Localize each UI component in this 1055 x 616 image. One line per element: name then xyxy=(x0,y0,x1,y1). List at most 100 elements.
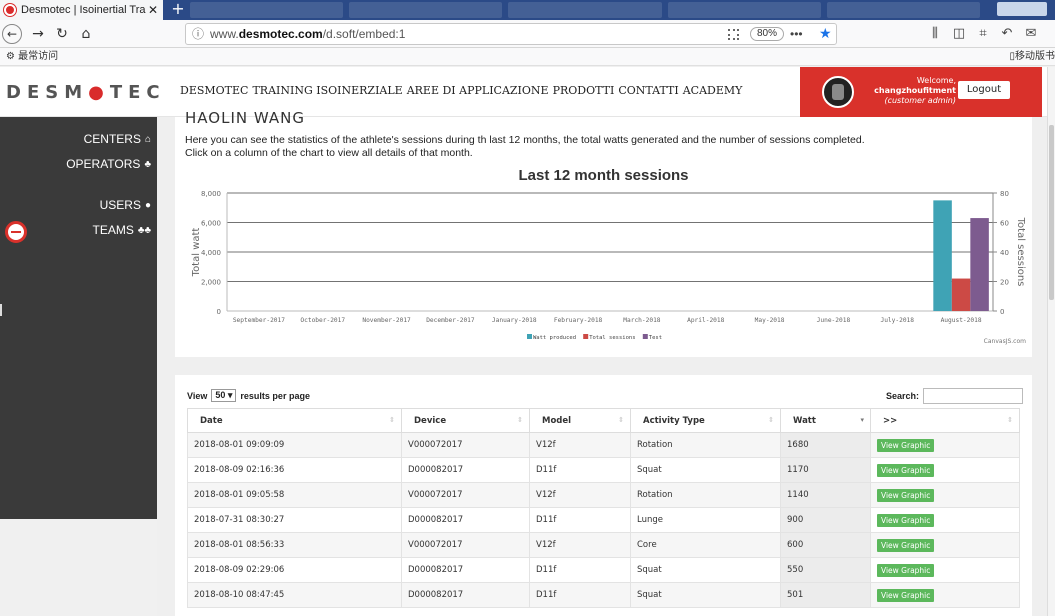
bar-total-sessions[interactable] xyxy=(951,278,971,311)
qr-code-icon[interactable] xyxy=(728,29,739,40)
background-tab[interactable] xyxy=(826,2,981,18)
table-row: 2018-08-01 09:09:09 V000072017 V12f Rota… xyxy=(187,432,1020,458)
desmotec-logo[interactable]: DESM●TEC xyxy=(6,82,166,103)
column-header-graphic[interactable]: >> ⇕ xyxy=(870,408,1020,433)
bookmark-star-icon[interactable]: ★ xyxy=(819,23,832,43)
sidebar-item-teams[interactable]: TEAMS ♣♣ xyxy=(93,223,151,237)
scrollbar-thumb[interactable] xyxy=(1049,125,1054,300)
url-prefix: www. xyxy=(210,27,239,41)
y-tick-label: 8,000 xyxy=(201,190,221,198)
menu-item-aree[interactable]: AREE DI APPLICAZIONE xyxy=(407,84,549,97)
column-header-device[interactable]: Device ⇕ xyxy=(401,408,530,433)
background-tab[interactable] xyxy=(667,2,821,18)
view-graphic-button[interactable]: View Graphic xyxy=(877,538,935,552)
column-header-model[interactable]: Model ⇕ xyxy=(529,408,631,433)
chart-title: Last 12 month sessions xyxy=(518,167,689,184)
bar-watt-produced[interactable] xyxy=(933,200,952,311)
background-tab[interactable] xyxy=(508,2,662,18)
bookmarks-bar: ⚙ 最常访问 ▯移动版书 xyxy=(0,48,1055,66)
x-tick-label: April-2018 xyxy=(687,317,725,324)
x-tick-label: December-2017 xyxy=(426,317,475,324)
user-role: (customer admin) xyxy=(884,96,956,105)
menu-item-training[interactable]: TRAINING ISOINERZIALE xyxy=(252,84,402,97)
url-bar[interactable]: ⓘ www.desmotec.com/d.soft/embed:1 80% •••… xyxy=(185,23,837,45)
menu-item-desmotec[interactable]: DESMOTEC xyxy=(180,84,248,97)
sidebar: CENTERS ⌂ OPERATORS ♣ USERS ● TEAMS ♣♣ xyxy=(0,117,157,519)
undo-icon[interactable]: ↶ xyxy=(998,24,1016,44)
table-header-row: Date ⇕ Device ⇕ Model ⇕ Activity Type ⇕ Watt… xyxy=(187,408,1020,433)
library-icon[interactable]: ⫼ xyxy=(926,24,944,44)
column-header-label: Date xyxy=(200,415,223,426)
more-actions-icon[interactable]: ••• xyxy=(790,24,803,44)
background-tab[interactable] xyxy=(349,2,503,18)
bookmark-most-visited[interactable]: ⚙ 最常访问 xyxy=(6,48,58,66)
column-header-date[interactable]: Date ⇕ xyxy=(187,408,402,433)
cell-model: V12f xyxy=(529,532,631,558)
zoom-indicator[interactable]: 80% xyxy=(750,27,785,41)
sidebar-toggle-icon[interactable]: ◫ xyxy=(950,24,968,44)
background-tab[interactable] xyxy=(190,2,344,18)
browser-tab[interactable]: Desmotec | Isoinertial Trainin ✕ xyxy=(0,0,163,20)
y2-tick-label: 40 xyxy=(1000,249,1009,257)
chart-credit[interactable]: CanvasJS.com xyxy=(984,338,1026,345)
sidebar-item-operators[interactable]: OPERATORS ♣ xyxy=(66,157,151,171)
y2-tick-label: 80 xyxy=(1000,190,1009,198)
column-header-activity-type[interactable]: Activity Type ⇕ xyxy=(630,408,781,433)
y2-axis-title: Total sessions xyxy=(1015,217,1026,287)
menu-item-prodotti[interactable]: PRODOTTI xyxy=(553,84,615,97)
main-content: HAOLIN WANG Here you can see the statist… xyxy=(157,109,1047,616)
cell-watt: 1680 xyxy=(780,432,871,458)
cell-date: 2018-08-01 09:05:58 xyxy=(187,482,402,508)
view-graphic-button[interactable]: View Graphic xyxy=(877,563,935,577)
cell-activity: Squat xyxy=(630,457,781,483)
page-size-control: View 50 ▾ results per page xyxy=(187,389,310,402)
cell-model: V12f xyxy=(529,482,631,508)
sort-icon: ⇕ xyxy=(389,416,395,424)
view-graphic-button[interactable]: View Graphic xyxy=(877,588,935,602)
close-icon[interactable]: ✕ xyxy=(146,3,160,17)
bookmark-mobile[interactable]: ▯移动版书 xyxy=(1009,48,1055,66)
cell-action: View Graphic xyxy=(870,432,1020,458)
cell-model: D11f xyxy=(529,507,631,533)
table-row: 2018-08-01 08:56:33 V000072017 V12f Core… xyxy=(187,532,1020,558)
cell-device: V000072017 xyxy=(401,482,530,508)
url-host: desmotec.com xyxy=(238,27,323,41)
window-controls[interactable] xyxy=(997,2,1047,16)
page-size-select[interactable]: 50 ▾ xyxy=(211,389,237,402)
forward-arrow-icon[interactable]: → xyxy=(28,24,48,44)
logout-button[interactable]: Logout xyxy=(958,81,1010,99)
bar-test[interactable] xyxy=(970,218,989,311)
sort-icon: ⇕ xyxy=(768,416,774,424)
column-header-watt[interactable]: Watt ▾ xyxy=(780,408,871,433)
x-tick-label: May-2018 xyxy=(755,317,785,324)
team-logo-icon[interactable] xyxy=(5,221,27,243)
sidebar-item-label: TEAMS xyxy=(92,223,134,237)
reload-icon[interactable]: ↻ xyxy=(52,24,72,44)
cell-watt: 900 xyxy=(780,507,871,533)
y-tick-label: 6,000 xyxy=(201,220,221,228)
home-icon[interactable]: ⌂ xyxy=(76,24,96,44)
sidebar-item-centers[interactable]: CENTERS ⌂ xyxy=(84,132,151,146)
menu-item-academy[interactable]: ACADEMY xyxy=(683,84,743,97)
view-graphic-button[interactable]: View Graphic xyxy=(877,438,935,452)
menu-item-contatti[interactable]: CONTATTI xyxy=(618,84,678,97)
cell-device: D000082017 xyxy=(401,457,530,483)
info-icon[interactable]: ⓘ xyxy=(192,27,204,41)
screenshot-icon[interactable]: ⌗ xyxy=(974,24,992,44)
site-favicon-icon xyxy=(4,4,16,16)
sessions-chart[interactable]: 0 2,000 4,000 6,000 8,000 0 20 40 60 80 Total watt… xyxy=(175,185,1032,355)
back-arrow-icon[interactable]: ← xyxy=(2,24,22,44)
cell-action: View Graphic xyxy=(870,532,1020,558)
sidebar-item-label: OPERATORS xyxy=(66,157,141,171)
new-tab-icon[interactable]: + xyxy=(170,0,186,20)
view-graphic-button[interactable]: View Graphic xyxy=(877,488,935,502)
avatar[interactable] xyxy=(822,76,854,108)
search-input[interactable] xyxy=(923,388,1024,404)
chat-icon[interactable]: ✉ xyxy=(1022,24,1040,44)
x-tick-label: June-2018 xyxy=(817,317,851,324)
legend-label: Test xyxy=(649,335,662,341)
sidebar-item-users[interactable]: USERS ● xyxy=(100,198,151,212)
sidebar-item-label: CENTERS xyxy=(83,132,141,146)
view-graphic-button[interactable]: View Graphic xyxy=(877,513,935,527)
view-graphic-button[interactable]: View Graphic xyxy=(877,463,935,477)
